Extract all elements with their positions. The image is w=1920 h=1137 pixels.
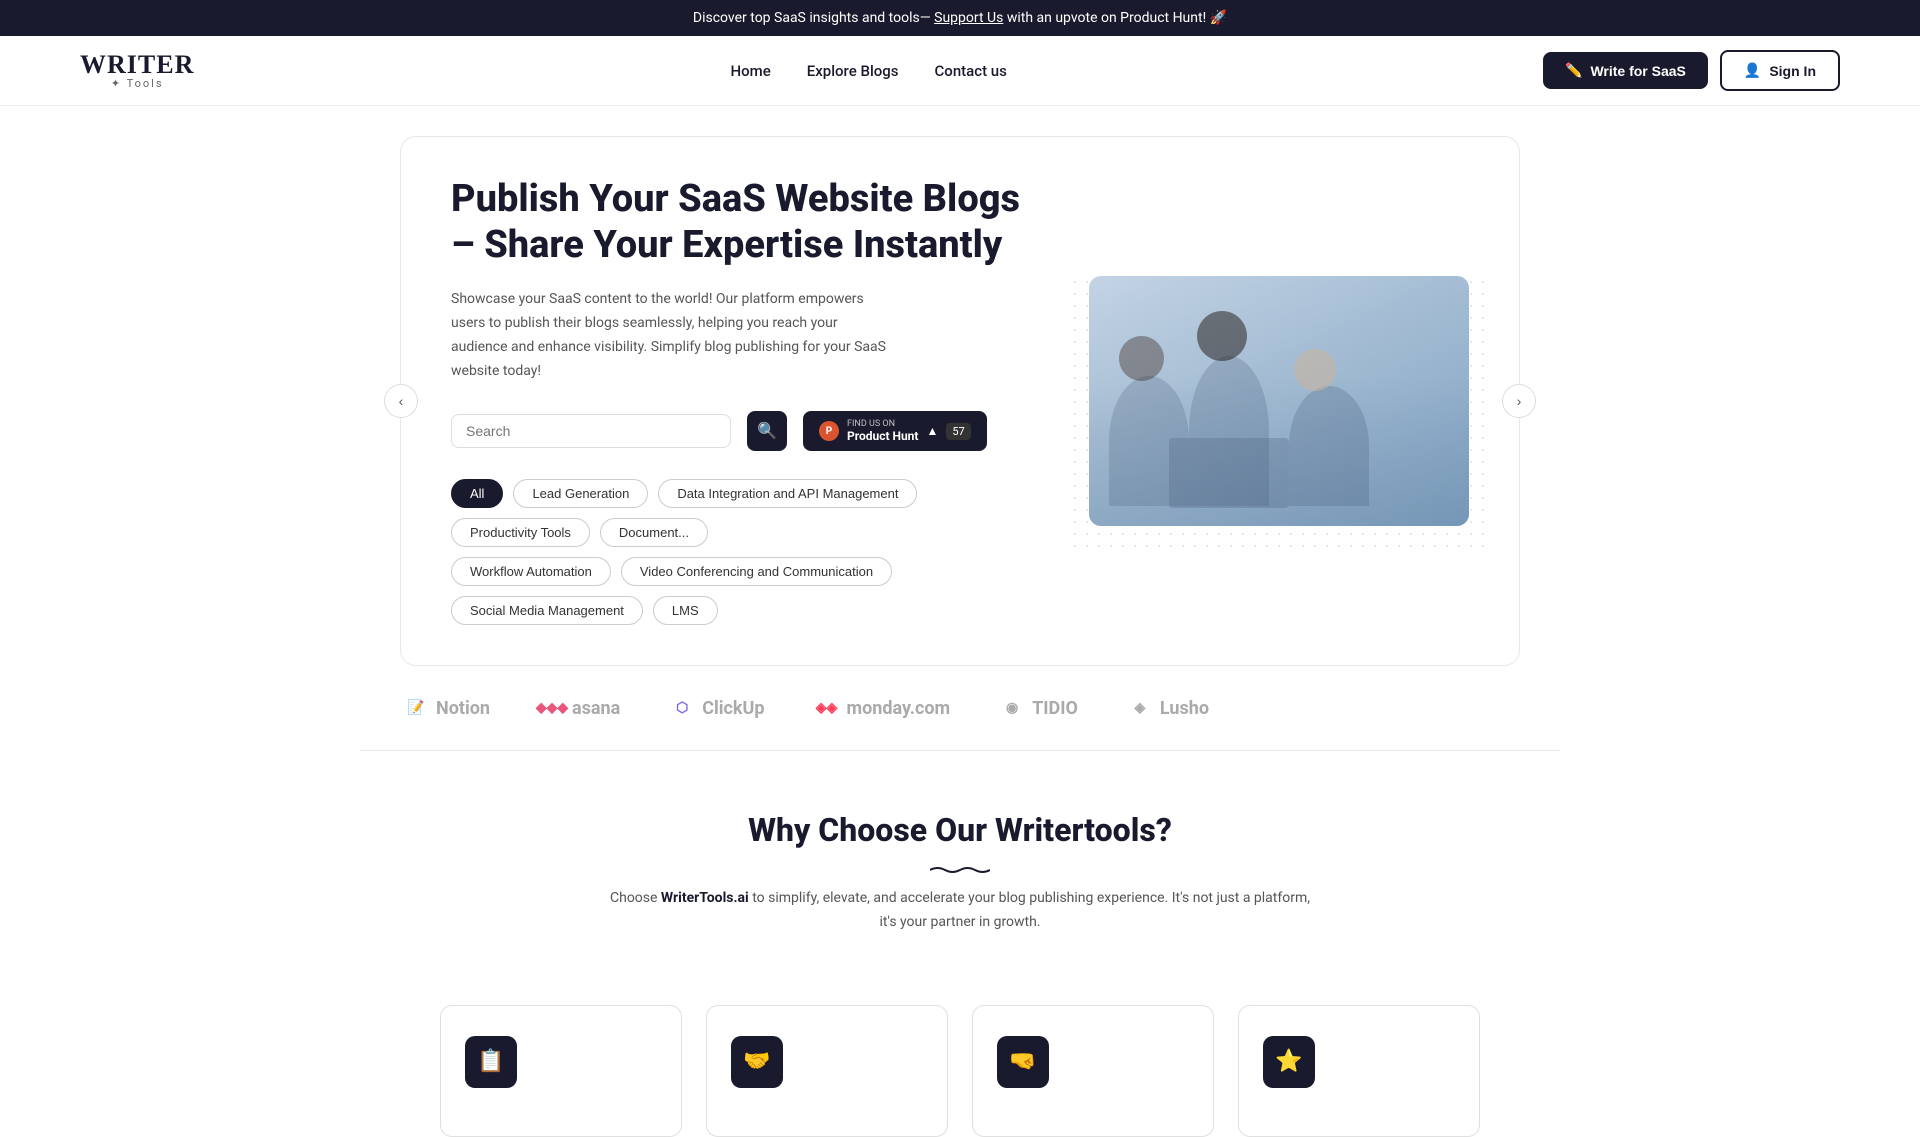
clickup-label: ClickUp	[702, 698, 764, 719]
brand-monday: ◈◈ monday.com	[815, 696, 951, 720]
photo-overlay	[1089, 276, 1469, 526]
nav-contact[interactable]: Contact us	[935, 62, 1007, 80]
nav-links: Home Explore Blogs Contact us	[731, 61, 1007, 80]
feature-card-2: 🤝	[706, 1005, 948, 1137]
hero-image	[1089, 276, 1469, 526]
search-button[interactable]: 🔍	[747, 411, 787, 451]
filter-social-media[interactable]: Social Media Management	[451, 596, 643, 625]
why-desc-before: Choose	[610, 890, 661, 906]
filter-video-conf[interactable]: Video Conferencing and Communication	[621, 557, 892, 586]
why-choose-section: Why Choose Our Writertools? Choose Write…	[0, 751, 1920, 1005]
card-4-icon: ⭐	[1275, 1049, 1302, 1074]
feature-card-3: 🤜	[972, 1005, 1214, 1137]
lusho-icon: ◈	[1128, 696, 1152, 720]
ph-count: 57	[946, 423, 970, 440]
card-1-icon: 📋	[477, 1049, 504, 1074]
card-3-icon-wrap: 🤜	[997, 1036, 1049, 1088]
asana-icon: ◆◆◆	[540, 696, 564, 720]
search-box	[451, 414, 731, 448]
filter-row-2: Workflow Automation Video Conferencing a…	[451, 557, 1029, 625]
carousel-prev-button[interactable]: ‹	[384, 384, 418, 418]
brand-notion: 📝 Notion	[404, 696, 490, 720]
tidio-icon: ◉	[1000, 696, 1024, 720]
banner-text: Discover top SaaS insights and tools—	[693, 10, 931, 26]
feature-cards: 📋 🤝 🤜 ⭐	[360, 1005, 1560, 1137]
card-2-icon-wrap: 🤝	[731, 1036, 783, 1088]
logo-tools: ✦ Tools	[80, 78, 194, 89]
ph-product-name: Product Hunt	[847, 429, 918, 443]
filter-document[interactable]: Document...	[600, 518, 708, 547]
card-2-icon: 🤝	[743, 1049, 770, 1074]
head-2	[1197, 311, 1247, 361]
search-input[interactable]	[466, 423, 716, 439]
filter-row-1: All Lead Generation Data Integration and…	[451, 479, 1029, 547]
why-brand-name: WriterTools.ai	[661, 890, 749, 906]
asana-label: asana	[572, 698, 620, 719]
write-saas-button[interactable]: ✏️ Write for SaaS	[1543, 52, 1708, 89]
head-1	[1119, 336, 1164, 381]
brand-lusho: ◈ Lusho	[1128, 696, 1209, 720]
filter-workflow[interactable]: Workflow Automation	[451, 557, 611, 586]
banner-suffix: with an upvote on Product Hunt! 🚀	[1007, 10, 1227, 26]
hero-left: Publish Your SaaS Website Blogs – Share …	[451, 177, 1029, 625]
filter-all[interactable]: All	[451, 479, 503, 508]
hero-section: ‹ › Publish Your SaaS Website Blogs – Sh…	[400, 136, 1520, 666]
brand-logo-strip: 📝 Notion ◆◆◆ asana ⬡ ClickUp ◈◈ monday.c…	[400, 696, 1520, 720]
wave-decoration	[930, 859, 990, 867]
nav-home[interactable]: Home	[731, 62, 771, 80]
product-hunt-badge[interactable]: P FIND US ON Product Hunt ▲ 57	[803, 411, 987, 451]
ph-upvote-icon: ▲	[926, 424, 938, 438]
notion-label: Notion	[436, 698, 490, 719]
hero-description: Showcase your SaaS content to the world!…	[451, 288, 891, 383]
nav-explore[interactable]: Explore Blogs	[807, 62, 899, 80]
filter-lms[interactable]: LMS	[653, 596, 718, 625]
banner-link[interactable]: Support Us	[934, 10, 1003, 26]
navbar: WRITER ✦ Tools Home Explore Blogs Contac…	[0, 36, 1920, 106]
hero-title: Publish Your SaaS Website Blogs – Share …	[451, 177, 1029, 268]
feature-card-4: ⭐	[1238, 1005, 1480, 1137]
monday-label: monday.com	[847, 698, 951, 719]
head-3	[1294, 349, 1336, 391]
search-icon: 🔍	[757, 421, 777, 441]
card-3-icon: 🤜	[1009, 1049, 1036, 1074]
card-1-icon-wrap: 📋	[465, 1036, 517, 1088]
lusho-label: Lusho	[1160, 698, 1209, 719]
ph-logo-icon: P	[819, 421, 839, 441]
tidio-label: TIDIO	[1032, 698, 1078, 719]
signin-button[interactable]: 👤 Sign In	[1720, 50, 1840, 91]
brand-clickup: ⬡ ClickUp	[670, 696, 764, 720]
brand-asana: ◆◆◆ asana	[540, 696, 620, 720]
signin-label: Sign In	[1769, 63, 1816, 79]
clickup-icon: ⬡	[670, 696, 694, 720]
filter-lead-generation[interactable]: Lead Generation	[513, 479, 648, 508]
write-icon: ✏️	[1565, 62, 1582, 79]
why-description: Choose WriterTools.ai to simplify, eleva…	[610, 887, 1310, 935]
monday-icon: ◈◈	[815, 696, 839, 720]
feature-card-1: 📋	[440, 1005, 682, 1137]
user-icon: 👤	[1744, 62, 1761, 79]
search-row: 🔍 P FIND US ON Product Hunt ▲ 57	[451, 411, 1029, 451]
carousel-next-button[interactable]: ›	[1502, 384, 1536, 418]
why-title: Why Choose Our Writertools?	[80, 811, 1840, 849]
brand-tidio: ◉ TIDIO	[1000, 696, 1078, 720]
hero-right	[1089, 276, 1469, 526]
ph-find-text: FIND US ON	[847, 419, 918, 429]
ph-text: FIND US ON Product Hunt	[847, 419, 918, 443]
notion-icon: 📝	[404, 696, 428, 720]
top-banner: Discover top SaaS insights and tools— Su…	[0, 0, 1920, 36]
card-4-icon-wrap: ⭐	[1263, 1036, 1315, 1088]
logo-writer: WRITER	[80, 52, 194, 78]
filter-productivity[interactable]: Productivity Tools	[451, 518, 590, 547]
logo: WRITER ✦ Tools	[80, 52, 194, 89]
filter-data-integration[interactable]: Data Integration and API Management	[658, 479, 917, 508]
write-saas-label: Write for SaaS	[1590, 63, 1685, 79]
nav-actions: ✏️ Write for SaaS 👤 Sign In	[1543, 50, 1840, 91]
why-desc-after: to simplify, elevate, and accelerate you…	[749, 890, 1310, 930]
